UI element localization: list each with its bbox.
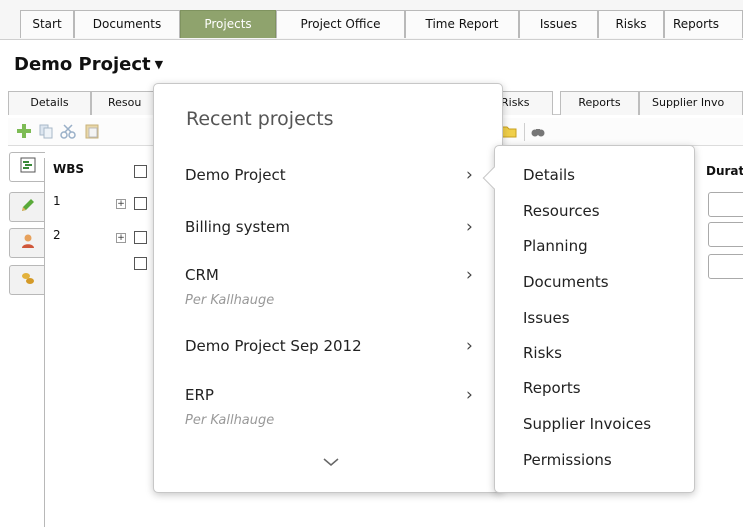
- row-checkbox[interactable]: [134, 257, 147, 270]
- checkbox-select-all[interactable]: [134, 165, 147, 178]
- submenu-item-risks[interactable]: Risks: [523, 344, 562, 362]
- row-checkbox[interactable]: [134, 231, 147, 244]
- subtab-reports[interactable]: Reports: [560, 91, 639, 115]
- project-item-billing-system[interactable]: Billing system ›: [154, 218, 504, 264]
- side-tab-resources[interactable]: [9, 228, 45, 258]
- add-icon[interactable]: [16, 123, 32, 139]
- project-title-dropdown[interactable]: Demo Project ▼: [14, 54, 163, 75]
- project-title: Demo Project: [14, 54, 151, 75]
- duration-header: Durat: [706, 164, 743, 178]
- project-item-crm[interactable]: CRM Per Kallhauge ›: [154, 266, 504, 312]
- paste-icon[interactable]: [84, 123, 100, 139]
- pencil-icon: [20, 197, 36, 217]
- row-checkbox[interactable]: [134, 197, 147, 210]
- tab-risks[interactable]: Risks: [598, 10, 664, 38]
- submenu-item-issues[interactable]: Issues: [523, 309, 570, 327]
- tab-start[interactable]: Start: [20, 10, 74, 38]
- copy-icon[interactable]: [38, 123, 54, 139]
- side-tab-wbs[interactable]: [9, 152, 45, 182]
- submenu-item-details[interactable]: Details: [523, 166, 575, 184]
- menu-title: Recent projects: [186, 108, 334, 130]
- subtab-details[interactable]: Details: [8, 91, 91, 115]
- project-item-demo-project[interactable]: Demo Project ›: [154, 166, 504, 212]
- submenu-item-planning[interactable]: Planning: [523, 237, 588, 255]
- submenu-item-reports[interactable]: Reports: [523, 379, 581, 397]
- chevron-right-icon: ›: [466, 217, 473, 237]
- project-name: Demo Project Sep 2012: [185, 337, 362, 355]
- cut-icon[interactable]: [60, 123, 76, 139]
- side-tab-edit[interactable]: [9, 192, 45, 222]
- wbs-header: WBS: [53, 162, 85, 176]
- submenu-item-documents[interactable]: Documents: [523, 273, 609, 291]
- duration-input[interactable]: [708, 254, 743, 279]
- submenu-item-supplier-invoices[interactable]: Supplier Invoices: [523, 415, 651, 433]
- expand-icon[interactable]: +: [116, 233, 126, 243]
- expand-icon[interactable]: +: [116, 199, 126, 209]
- side-tabs-border: [44, 158, 45, 527]
- subtab-supplier-invoices[interactable]: Supplier Invo: [639, 91, 743, 115]
- chevron-right-icon: ›: [466, 385, 473, 405]
- toolbar-separator: [524, 123, 525, 141]
- tab-project-office[interactable]: Project Office: [276, 10, 405, 38]
- project-submenu: Details Resources Planning Documents Iss…: [482, 145, 695, 493]
- project-name: Demo Project: [185, 166, 286, 184]
- submenu-item-permissions[interactable]: Permissions: [523, 451, 612, 469]
- chevron-down-icon: ▼: [154, 58, 164, 71]
- project-name: ERP: [185, 386, 214, 404]
- chevron-right-icon: ›: [466, 265, 473, 285]
- binoculars-icon[interactable]: [530, 123, 546, 139]
- show-more-chevron-down-icon[interactable]: [319, 452, 343, 472]
- coins-icon: [20, 270, 36, 290]
- folder-icon[interactable]: [501, 123, 517, 139]
- project-owner: Per Kallhauge: [185, 293, 275, 308]
- duration-input[interactable]: [708, 192, 743, 217]
- wbs-row-number: 1: [53, 194, 61, 208]
- tab-projects[interactable]: Projects: [180, 10, 276, 38]
- tab-time-report[interactable]: Time Report: [405, 10, 519, 38]
- project-item-erp[interactable]: ERP Per Kallhauge ›: [154, 386, 504, 432]
- tab-documents[interactable]: Documents: [74, 10, 180, 38]
- wbs-list-icon: [20, 157, 36, 177]
- top-navigation: Start Documents Projects Project Office …: [0, 0, 743, 40]
- wbs-row-number: 2: [53, 228, 61, 242]
- tab-reports[interactable]: Reports: [664, 10, 743, 38]
- side-tab-costs[interactable]: [9, 265, 45, 295]
- person-icon: [20, 233, 36, 253]
- recent-projects-menu: Recent projects Demo Project › Billing s…: [153, 83, 503, 493]
- tab-issues[interactable]: Issues: [519, 10, 598, 38]
- chevron-right-icon: ›: [466, 336, 473, 356]
- duration-input[interactable]: [708, 222, 743, 247]
- project-name: Billing system: [185, 218, 290, 236]
- chevron-right-icon: ›: [466, 165, 473, 185]
- project-item-demo-project-sep-2012[interactable]: Demo Project Sep 2012 ›: [154, 337, 504, 383]
- project-owner: Per Kallhauge: [185, 413, 275, 428]
- submenu-item-resources[interactable]: Resources: [523, 202, 600, 220]
- project-name: CRM: [185, 266, 219, 284]
